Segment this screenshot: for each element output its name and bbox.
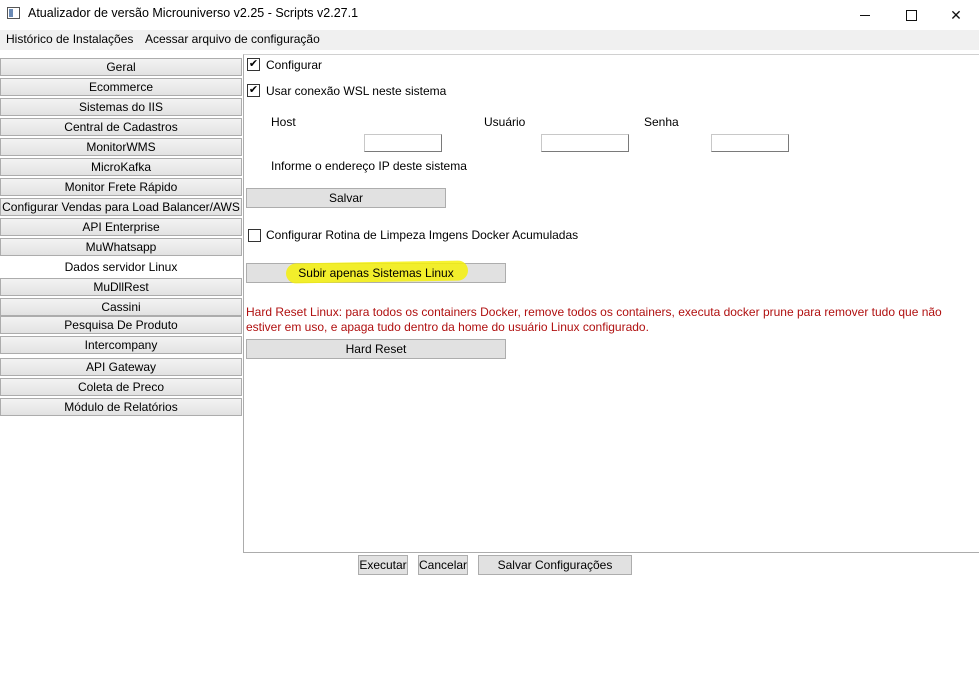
configurar-checkbox[interactable]: ✔ xyxy=(247,58,260,71)
maximize-button[interactable] xyxy=(888,0,934,30)
app-icon xyxy=(7,7,20,19)
close-icon: ✕ xyxy=(950,6,962,23)
host-input[interactable] xyxy=(364,134,442,152)
minimize-icon xyxy=(860,14,870,16)
tab-monitor-frete[interactable]: Monitor Frete Rápido xyxy=(0,178,242,196)
tab-central-cadastros[interactable]: Central de Cadastros xyxy=(0,118,242,136)
tab-pesquisa-produto[interactable]: Pesquisa De Produto xyxy=(0,316,242,334)
usuario-label: Usuário xyxy=(484,115,526,129)
senha-input[interactable] xyxy=(711,134,789,152)
limpeza-docker-checkbox[interactable] xyxy=(248,229,261,242)
content-panel xyxy=(243,54,979,553)
usar-wsl-checkbox[interactable]: ✔ xyxy=(247,84,260,97)
senha-label: Senha xyxy=(644,115,679,129)
cancelar-button[interactable]: Cancelar xyxy=(418,555,468,575)
tab-api-enterprise[interactable]: API Enterprise xyxy=(0,218,242,236)
window-title: Atualizador de versão Microuniverso v2.2… xyxy=(28,6,359,20)
title-bar: Atualizador de versão Microuniverso v2.2… xyxy=(0,0,979,30)
tab-intercompany[interactable]: Intercompany xyxy=(0,336,242,354)
minimize-button[interactable] xyxy=(842,0,888,30)
hard-reset-description: Hard Reset Linux: para todos os containe… xyxy=(246,305,942,334)
check-icon: ✔ xyxy=(248,84,259,96)
configurar-label: Configurar xyxy=(266,58,323,72)
tab-mudllrest[interactable]: MuDllRest xyxy=(0,278,242,296)
tab-microkafka[interactable]: MicroKafka xyxy=(0,158,242,176)
tab-dados-servidor-linux[interactable]: Dados servidor Linux xyxy=(0,256,242,278)
tab-sistemas-iis[interactable]: Sistemas do IIS xyxy=(0,98,242,116)
subir-sistemas-linux-label: Subir apenas Sistemas Linux xyxy=(298,266,454,280)
menu-item-historico[interactable]: Histórico de Instalações xyxy=(3,32,136,46)
salvar-configuracoes-button[interactable]: Salvar Configurações xyxy=(478,555,632,575)
menu-item-config-file[interactable]: Acessar arquivo de configuração xyxy=(142,32,323,46)
tab-monitorwms[interactable]: MonitorWMS xyxy=(0,138,242,156)
check-icon: ✔ xyxy=(248,58,259,70)
maximize-icon xyxy=(905,9,917,21)
host-label: Host xyxy=(271,115,296,129)
hard-reset-button[interactable]: Hard Reset xyxy=(246,339,506,359)
menu-bar: Histórico de Instalações Acessar arquivo… xyxy=(0,30,979,50)
tab-ecommerce[interactable]: Ecommerce xyxy=(0,78,242,96)
ip-hint: Informe o endereço IP deste sistema xyxy=(271,159,467,173)
usar-wsl-label: Usar conexão WSL neste sistema xyxy=(266,84,447,98)
tab-modulo-relatorios[interactable]: Módulo de Relatórios xyxy=(0,398,242,416)
tab-load-balancer[interactable]: Configurar Vendas para Load Balancer/AWS xyxy=(0,198,242,216)
limpeza-docker-label: Configurar Rotina de Limpeza Imgens Dock… xyxy=(266,228,579,242)
tab-coleta-preco[interactable]: Coleta de Preco xyxy=(0,378,242,396)
tab-muwhatsapp[interactable]: MuWhatsapp xyxy=(0,238,242,256)
close-button[interactable]: ✕ xyxy=(933,0,979,30)
tab-api-gateway[interactable]: API Gateway xyxy=(0,358,242,376)
executar-button[interactable]: Executar xyxy=(358,555,408,575)
tab-geral[interactable]: Geral xyxy=(0,58,242,76)
usuario-input[interactable] xyxy=(541,134,629,152)
tab-cassini[interactable]: Cassini xyxy=(0,298,242,316)
salvar-button[interactable]: Salvar xyxy=(246,188,446,208)
